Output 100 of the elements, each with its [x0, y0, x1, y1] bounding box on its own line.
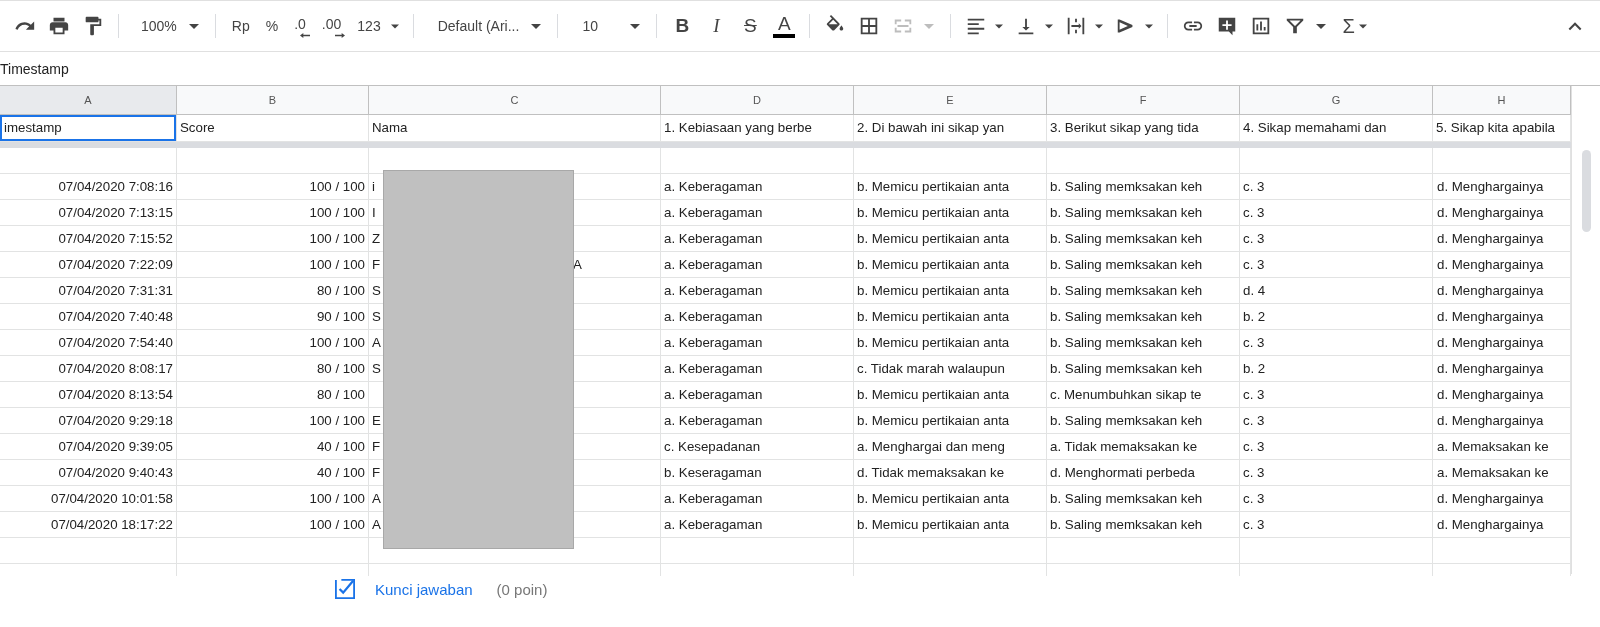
table-cell: d. Menghormati perbeda [1047, 460, 1240, 486]
format-button[interactable]: B [671, 15, 694, 37]
table-cell: b. Saling memksakan keh [1047, 512, 1240, 538]
table-cell: 07/04/2020 8:08:17 [0, 356, 177, 382]
caret-icon[interactable] [1045, 23, 1054, 29]
font-size-select[interactable]: 10 [582, 18, 619, 34]
table-cell: d. Menghargainya [1433, 382, 1571, 408]
table-cell: I [372, 205, 376, 220]
table-cell: 07/04/2020 7:13:15 [0, 200, 177, 226]
column-header[interactable]: E [854, 86, 1047, 115]
table-cell: b. 2 [1240, 356, 1433, 382]
caret-icon[interactable] [630, 23, 641, 29]
table-cell: F [372, 465, 381, 480]
table-cell: d. Menghargainya [1433, 486, 1571, 512]
table-cell: S [372, 309, 381, 324]
table-cell: i [372, 179, 375, 194]
table-cell: b. Saling memksakan keh [1047, 486, 1240, 512]
table-cell: b. 2 [1240, 304, 1433, 330]
scrollbar-thumb[interactable] [1582, 150, 1591, 232]
column-header[interactable]: H [1433, 86, 1571, 115]
table-cell: 100 / 100 [177, 226, 369, 252]
table-cell: b. Saling memksakan keh [1047, 226, 1240, 252]
table-cell: a. Keberagaman [661, 252, 854, 278]
table-cell: a. Keberagaman [661, 174, 854, 200]
column-header[interactable]: C [369, 86, 661, 115]
table-cell: c. 3 [1240, 460, 1433, 486]
table-cell: 07/04/2020 7:22:09 [0, 252, 177, 278]
table-cell: 07/04/2020 9:40:43 [0, 460, 177, 486]
table-cell: c. Tidak marah walaupun [854, 356, 1047, 382]
table-cell: 07/04/2020 9:29:18 [0, 408, 177, 434]
table-cell: b. Memicu pertikaian anta [854, 174, 1047, 200]
table-cell: d. Tidak memaksakan ke [854, 460, 1047, 486]
table-cell: c. Menumbuhkan sikap te [1047, 382, 1240, 408]
arrow-icon [335, 33, 346, 38]
table-cell: a. Tidak memaksakan ke [1047, 434, 1240, 460]
number-format-select[interactable]: 123 [357, 18, 381, 34]
font-select[interactable]: Default (Ari... [437, 18, 520, 34]
table-cell: a. Keberagaman [661, 226, 854, 252]
table-cell: a. Keberagaman [661, 278, 854, 304]
functions-button[interactable]: Σ [1342, 14, 1355, 38]
print-icon[interactable] [48, 15, 70, 37]
format-button[interactable]: S [739, 15, 762, 37]
caret-icon[interactable] [1145, 23, 1154, 29]
table-cell: d. Menghargainya [1433, 408, 1571, 434]
table-cell: A [372, 335, 381, 350]
caret-icon[interactable] [531, 23, 542, 29]
table-cell: 100 / 100 [177, 330, 369, 356]
table-cell: S [372, 283, 381, 298]
table-cell: b. Memicu pertikaian anta [854, 200, 1047, 226]
table-cell: b. Saling memksakan keh [1047, 174, 1240, 200]
table-cell: 100 / 100 [177, 174, 369, 200]
table-cell: a. Keberagaman [661, 330, 854, 356]
caret-icon[interactable] [390, 23, 399, 29]
table-cell: b. Saling memksakan keh [1047, 278, 1240, 304]
column-header[interactable]: F [1047, 86, 1240, 115]
caret-icon[interactable] [1095, 23, 1104, 29]
table-cell: 07/04/2020 7:15:52 [0, 226, 177, 252]
formula-bar-text[interactable]: Timestamp [0, 60, 69, 77]
table-cell: c. 3 [1240, 382, 1433, 408]
format-button[interactable]: A [773, 14, 796, 38]
column-header[interactable]: A [0, 86, 177, 115]
table-cell: a. Keberagaman [661, 486, 854, 512]
table-cell: c. 3 [1240, 252, 1433, 278]
table-cell: d. Menghargainya [1433, 252, 1571, 278]
column-header[interactable]: G [1240, 86, 1433, 115]
caret-icon[interactable] [188, 23, 199, 29]
table-cell: 100 / 100 [177, 200, 369, 226]
column-header[interactable]: D [661, 86, 854, 115]
table-cell: 07/04/2020 8:13:54 [0, 382, 177, 408]
table-cell: b. Keseragaman [661, 460, 854, 486]
column-header[interactable]: B [177, 86, 369, 115]
table-cell: Z [372, 231, 381, 246]
table-cell: F [372, 439, 381, 454]
table-cell: b. Memicu pertikaian anta [854, 512, 1047, 538]
format-button[interactable]: I [705, 15, 728, 37]
table-cell: c. 3 [1240, 226, 1433, 252]
checkbox[interactable] [335, 579, 355, 599]
table-cell: d. Menghargainya [1433, 226, 1571, 252]
caret-icon[interactable] [1316, 23, 1327, 29]
answer-key-link[interactable]: Kunci jawaban [375, 580, 473, 598]
increase-decimals-button[interactable]: .00 [321, 16, 342, 36]
caret-icon[interactable] [1358, 23, 1367, 29]
table-cell: a. Keberagaman [661, 512, 854, 538]
table-cell: b. Memicu pertikaian anta [854, 330, 1047, 356]
table-cell: b. Memicu pertikaian anta [854, 486, 1047, 512]
percent-button[interactable]: % [265, 18, 279, 34]
currency-button[interactable]: Rp [231, 18, 250, 34]
table-cell: c. 3 [1240, 434, 1433, 460]
decrease-decimals-button[interactable]: .0 [294, 16, 306, 36]
table-cell: 07/04/2020 7:31:31 [0, 278, 177, 304]
caret-icon[interactable] [995, 23, 1004, 29]
table-cell: 100 / 100 [177, 408, 369, 434]
zoom-select[interactable]: 100% [141, 18, 177, 34]
table-cell: 100 / 100 [177, 252, 369, 278]
table-cell: 07/04/2020 10:01:58 [0, 486, 177, 512]
table-cell: 90 / 100 [177, 304, 369, 330]
table-cell: 100 / 100 [177, 512, 369, 538]
table-cell: d. Menghargainya [1433, 330, 1571, 356]
table-cell: 80 / 100 [177, 278, 369, 304]
table-cell: b. Saling memksakan keh [1047, 200, 1240, 226]
